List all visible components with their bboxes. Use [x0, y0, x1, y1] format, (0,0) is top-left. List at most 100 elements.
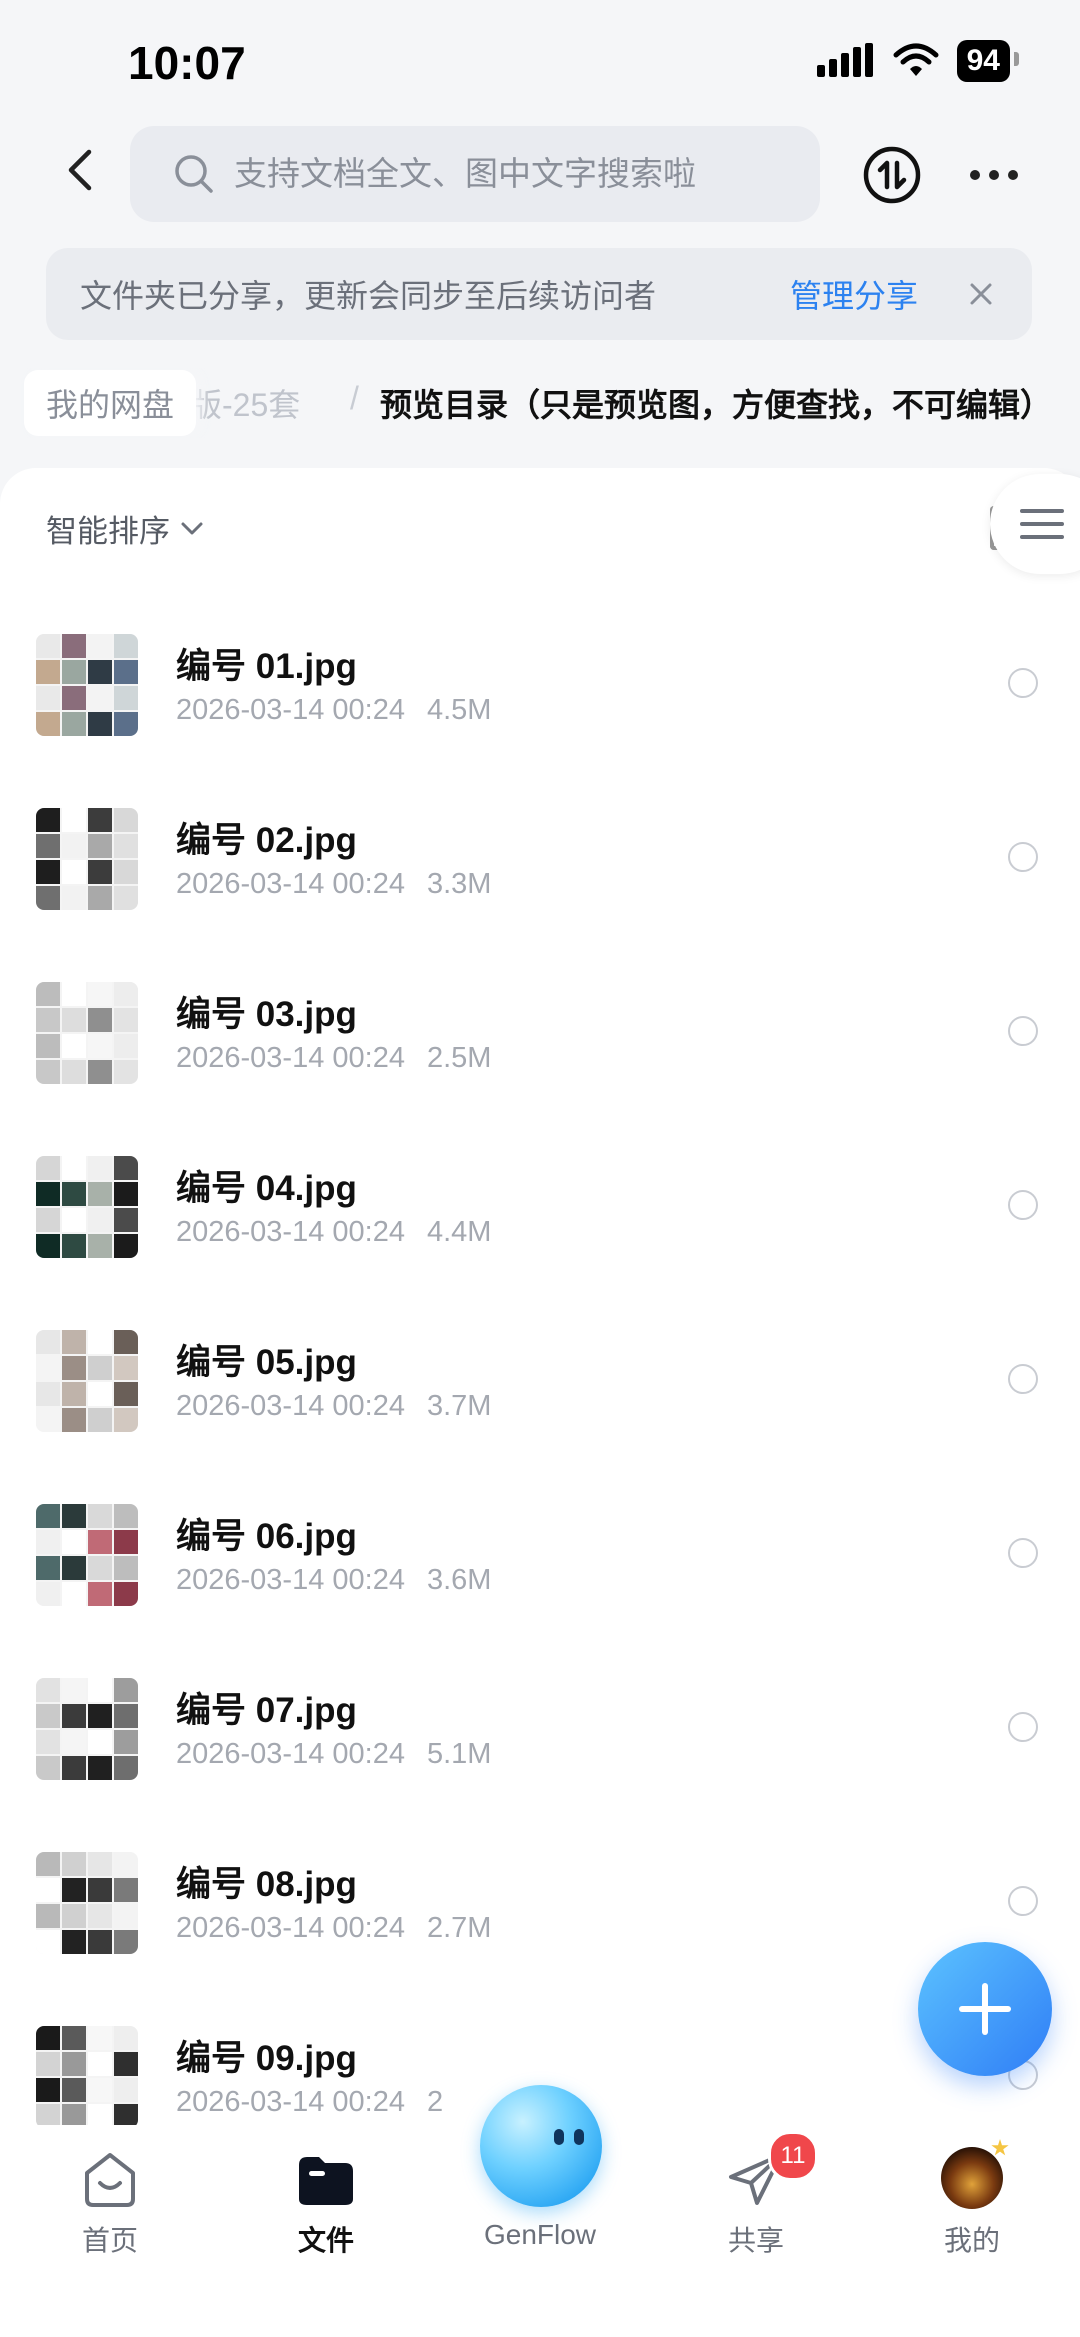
battery-indicator: 94 — [956, 40, 1020, 82]
thumbnail-tile — [36, 1382, 60, 1406]
file-size: 4.4M — [426, 1216, 492, 1248]
thumbnail-tile — [36, 712, 60, 736]
file-meta: 2026-03-14 00:24 2.7M — [176, 1912, 491, 1945]
thumbnail-tile — [36, 808, 60, 832]
file-name: 编号 01.jpg — [176, 647, 357, 686]
dot — [1008, 170, 1018, 180]
file-date: 2026-03-14 00:24 — [176, 1738, 405, 1770]
file-row[interactable]: 编号 01.jpg 2026-03-14 00:24 4.5M — [0, 618, 1080, 792]
thumbnail-tile — [114, 1756, 138, 1780]
thumbnail-tile — [114, 1878, 138, 1902]
chevron-down-icon — [181, 522, 203, 534]
thumbnail-tile — [114, 1704, 138, 1728]
file-thumbnail — [36, 1852, 138, 1954]
thumbnail-tile — [62, 834, 86, 858]
tab-share[interactable]: 11 共享 — [676, 2131, 836, 2259]
status-icons: 94 — [816, 40, 1020, 82]
plus-icon — [959, 1983, 1011, 2035]
select-radio[interactable] — [1008, 1190, 1038, 1220]
select-radio[interactable] — [1008, 1364, 1038, 1394]
sort-dropdown[interactable]: 智能排序 — [46, 506, 204, 551]
thumbnail-tile — [114, 1182, 138, 1206]
file-list: 编号 01.jpg 2026-03-14 00:24 4.5M 编号 02.jpg… — [0, 618, 1080, 2184]
sync-transfer-icon — [863, 146, 921, 204]
thumbnail-tile — [62, 982, 86, 1006]
file-size: 2 — [426, 2086, 444, 2118]
file-size: 2.7M — [426, 1912, 492, 1944]
thumbnail-tile — [88, 2078, 112, 2102]
back-button[interactable] — [50, 135, 110, 205]
thumbnail-tile — [114, 808, 138, 832]
file-row[interactable]: 编号 07.jpg 2026-03-14 00:24 5.1M — [0, 1662, 1080, 1836]
breadcrumb-item-previous[interactable]: 版-25套 — [190, 380, 300, 426]
file-row[interactable]: 编号 05.jpg 2026-03-14 00:24 3.7M — [0, 1314, 1080, 1488]
thumbnail-tile — [114, 1930, 138, 1954]
select-radio[interactable] — [1008, 1712, 1038, 1742]
thumbnail-tile — [36, 1330, 60, 1354]
file-row[interactable]: 编号 03.jpg 2026-03-14 00:24 2.5M — [0, 966, 1080, 1140]
tab-label: 共享 — [727, 2225, 784, 2256]
more-options-button[interactable] — [970, 160, 1030, 190]
transfer-sync-button[interactable] — [862, 145, 922, 205]
thumbnail-tile — [36, 834, 60, 858]
thumbnail-tile — [36, 1556, 60, 1580]
add-button[interactable] — [918, 1942, 1052, 2076]
select-radio[interactable] — [1008, 1538, 1038, 1568]
thumbnail-tile — [62, 686, 86, 710]
thumbnail-tile — [88, 1208, 112, 1232]
thumbnail-tile — [62, 1704, 86, 1728]
tab-label: GenFlow — [483, 2219, 597, 2250]
genflow-mascot-icon[interactable] — [480, 2085, 602, 2207]
tab-files[interactable]: 文件 — [246, 2145, 406, 2259]
thumbnail-tile — [62, 1878, 86, 1902]
search-input[interactable] — [232, 154, 796, 194]
file-meta: 2026-03-14 00:24 3.6M — [176, 1564, 491, 1597]
file-row[interactable]: 编号 04.jpg 2026-03-14 00:24 4.4M — [0, 1140, 1080, 1314]
file-thumbnail — [36, 1156, 138, 1258]
file-thumbnail — [36, 982, 138, 1084]
file-name: 编号 05.jpg — [176, 1343, 357, 1382]
file-row[interactable]: 编号 08.jpg 2026-03-14 00:24 2.7M — [0, 1836, 1080, 2010]
list-view-icon — [1020, 509, 1064, 539]
thumbnail-tile — [114, 686, 138, 710]
thumbnail-tile — [88, 1234, 112, 1258]
file-meta: 2026-03-14 00:24 4.5M — [176, 694, 491, 727]
breadcrumb-item-root[interactable]: 我的网盘 — [24, 370, 197, 436]
close-banner-button[interactable] — [968, 281, 994, 307]
select-radio[interactable] — [1008, 842, 1038, 872]
thumbnail-tile — [114, 1408, 138, 1432]
file-name: 编号 06.jpg — [176, 1517, 357, 1556]
thumbnail-tile — [88, 1556, 112, 1580]
thumbnail-tile — [62, 2052, 86, 2076]
thumbnail-tile — [88, 1530, 112, 1554]
tab-profile[interactable]: 我的 — [892, 2145, 1052, 2259]
thumbnail-tile — [36, 2052, 60, 2076]
manage-share-link[interactable]: 管理分享 — [790, 271, 918, 317]
file-row[interactable]: 编号 06.jpg 2026-03-14 00:24 3.6M — [0, 1488, 1080, 1662]
thumbnail-tile — [36, 1208, 60, 1232]
thumbnail-tile — [36, 660, 60, 684]
thumbnail-tile — [36, 1156, 60, 1180]
thumbnail-tile — [62, 1504, 86, 1528]
thumbnail-tile — [62, 1582, 86, 1606]
select-radio[interactable] — [1008, 1016, 1038, 1046]
thumbnail-tile — [114, 1330, 138, 1354]
tab-home[interactable]: 首页 — [30, 2145, 190, 2259]
thumbnail-tile — [62, 1904, 86, 1928]
select-radio[interactable] — [1008, 1886, 1038, 1916]
thumbnail-tile — [88, 1182, 112, 1206]
thumbnail-tile — [88, 1678, 112, 1702]
thumbnail-tile — [62, 1060, 86, 1084]
select-radio[interactable] — [1008, 668, 1038, 698]
thumbnail-tile — [36, 2078, 60, 2102]
list-view-toggle[interactable] — [990, 474, 1080, 574]
thumbnail-tile — [62, 808, 86, 832]
thumbnail-tile — [114, 712, 138, 736]
thumbnail-tile — [114, 1504, 138, 1528]
thumbnail-tile — [114, 1008, 138, 1032]
dot — [970, 170, 980, 180]
search-bar[interactable] — [130, 126, 820, 222]
file-row[interactable]: 编号 02.jpg 2026-03-14 00:24 3.3M — [0, 792, 1080, 966]
thumbnail-tile — [36, 1678, 60, 1702]
thumbnail-tile — [114, 1356, 138, 1380]
